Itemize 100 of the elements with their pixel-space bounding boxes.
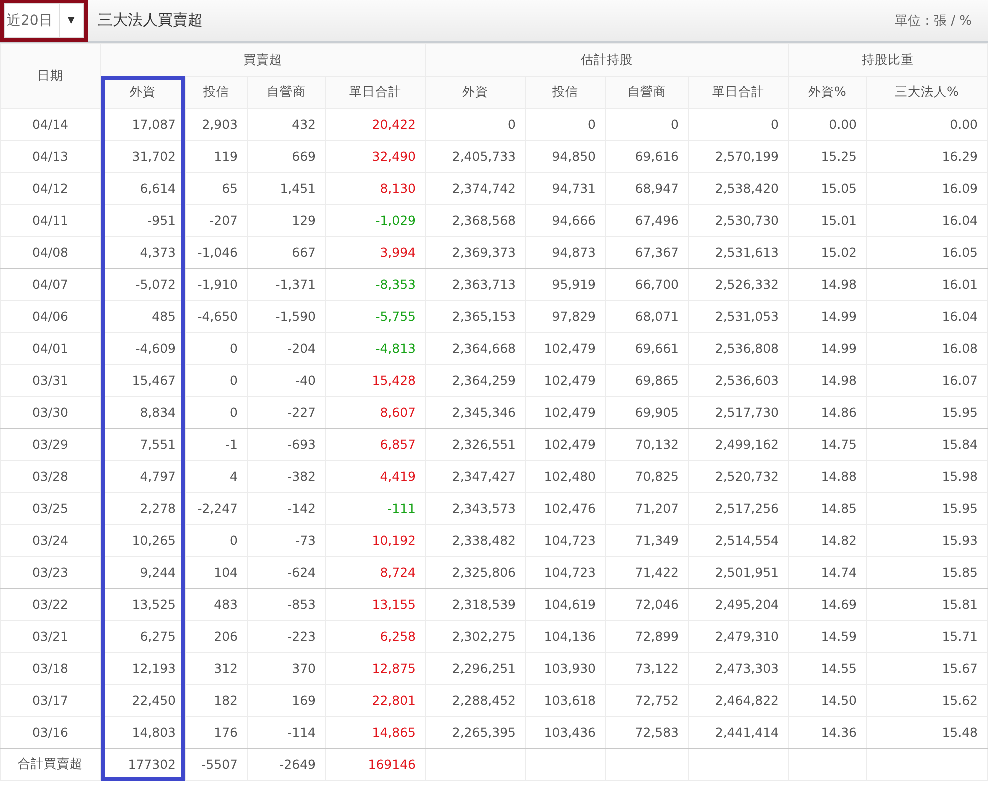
table-cell: 2,364,259 <box>426 364 526 396</box>
table-cell: 04/06 <box>0 300 100 332</box>
table-cell: 71,422 <box>606 556 688 588</box>
table-cell: 16.08 <box>866 332 988 364</box>
table-cell: 8,724 <box>326 556 426 588</box>
table-cell: 03/16 <box>0 716 100 748</box>
table-cell: 10,192 <box>326 524 426 556</box>
table-cell: 15.95 <box>866 492 988 524</box>
table-cell: 15.02 <box>788 236 866 268</box>
table-cell: 2,499,162 <box>688 428 788 460</box>
table-cell: 2,473,303 <box>688 652 788 684</box>
table-cell: 0 <box>606 108 688 140</box>
table-cell: 176 <box>186 716 248 748</box>
column-header: 外資% <box>788 76 866 108</box>
table-cell: 15.05 <box>788 172 866 204</box>
table-cell: 14.74 <box>788 556 866 588</box>
table-cell: 72,046 <box>606 588 688 620</box>
table-cell: 2,318,539 <box>426 588 526 620</box>
table-cell: 2,288,452 <box>426 684 526 716</box>
table-cell: 15.25 <box>788 140 866 172</box>
table-cell: 169 <box>248 684 326 716</box>
table-cell: 16.05 <box>866 236 988 268</box>
table-cell: 103,436 <box>526 716 606 748</box>
table-cell: 14.82 <box>788 524 866 556</box>
table-cell: 68,947 <box>606 172 688 204</box>
table-cell: 6,857 <box>326 428 426 460</box>
table-cell: 14.99 <box>788 332 866 364</box>
table-cell: 129 <box>248 204 326 236</box>
table-cell: 206 <box>186 620 248 652</box>
table-cell: 15.67 <box>866 652 988 684</box>
table-cell: 2,530,730 <box>688 204 788 236</box>
table-cell: 68,071 <box>606 300 688 332</box>
table-cell: -227 <box>248 396 326 428</box>
table-cell: 2,479,310 <box>688 620 788 652</box>
table-cell: 73,122 <box>606 652 688 684</box>
table-cell: 0 <box>426 108 526 140</box>
table-cell: 04/08 <box>0 236 100 268</box>
table-cell: 102,479 <box>526 364 606 396</box>
table-cell: 6,258 <box>326 620 426 652</box>
table-title: 三大法人買賣超 <box>98 11 203 30</box>
table-cell: 2,296,251 <box>426 652 526 684</box>
table-cell: -1,029 <box>326 204 426 236</box>
period-dropdown[interactable]: 近20日 ▼ <box>4 3 84 38</box>
table-cell: 169146 <box>326 748 426 780</box>
table-cell: 95,919 <box>526 268 606 300</box>
table-cell: 67,496 <box>606 204 688 236</box>
table-cell: 14.36 <box>788 716 866 748</box>
table-cell: 04/07 <box>0 268 100 300</box>
table-cell: 0 <box>186 332 248 364</box>
table-cell: 432 <box>248 108 326 140</box>
table-cell: 67,367 <box>606 236 688 268</box>
table-cell: 71,349 <box>606 524 688 556</box>
table-cell: 2,345,346 <box>426 396 526 428</box>
table-cell: 2,302,275 <box>426 620 526 652</box>
table-cell: 16.04 <box>866 204 988 236</box>
table-cell: 16.07 <box>866 364 988 396</box>
table-cell: -624 <box>248 556 326 588</box>
table-cell: 15.84 <box>866 428 988 460</box>
table-cell: 16.04 <box>866 300 988 332</box>
table-cell: 94,850 <box>526 140 606 172</box>
column-header: 單日合計 <box>326 76 426 108</box>
table-cell: 14.55 <box>788 652 866 684</box>
table-cell: 14.86 <box>788 396 866 428</box>
table-cell: 312 <box>186 652 248 684</box>
table-cell: 370 <box>248 652 326 684</box>
table-cell: 2,441,414 <box>688 716 788 748</box>
table-cell: 15.85 <box>866 556 988 588</box>
table-cell: 4 <box>186 460 248 492</box>
table-cell: 8,130 <box>326 172 426 204</box>
table-cell: -4,813 <box>326 332 426 364</box>
table-cell: -1,910 <box>186 268 248 300</box>
table-cell: 2,520,732 <box>688 460 788 492</box>
table-cell: -1,590 <box>248 300 326 332</box>
table-cell: 69,661 <box>606 332 688 364</box>
table-cell: 04/14 <box>0 108 100 140</box>
table-cell: 13,155 <box>326 588 426 620</box>
table-cell: 2,903 <box>186 108 248 140</box>
table-cell: -1 <box>186 428 248 460</box>
table-cell: 03/31 <box>0 364 100 396</box>
table-cell: 97,829 <box>526 300 606 332</box>
table-cell: 2,265,395 <box>426 716 526 748</box>
table-cell: 0 <box>186 524 248 556</box>
table-cell: 14.98 <box>788 268 866 300</box>
table-cell: 14.99 <box>788 300 866 332</box>
table-cell: 2,343,573 <box>426 492 526 524</box>
column-header: 自營商 <box>606 76 688 108</box>
table-cell: 04/13 <box>0 140 100 172</box>
table-cell: 69,616 <box>606 140 688 172</box>
table-cell: 102,479 <box>526 428 606 460</box>
table-cell: 15.62 <box>866 684 988 716</box>
table-cell: 03/22 <box>0 588 100 620</box>
table-cell: -8,353 <box>326 268 426 300</box>
table-cell: 0.00 <box>788 108 866 140</box>
table-cell: -693 <box>248 428 326 460</box>
table-cell: 15.93 <box>866 524 988 556</box>
table-cell: 22,801 <box>326 684 426 716</box>
table-cell: -382 <box>248 460 326 492</box>
table-cell: 2,531,053 <box>688 300 788 332</box>
table-cell: -5,755 <box>326 300 426 332</box>
table-cell: 14.85 <box>788 492 866 524</box>
